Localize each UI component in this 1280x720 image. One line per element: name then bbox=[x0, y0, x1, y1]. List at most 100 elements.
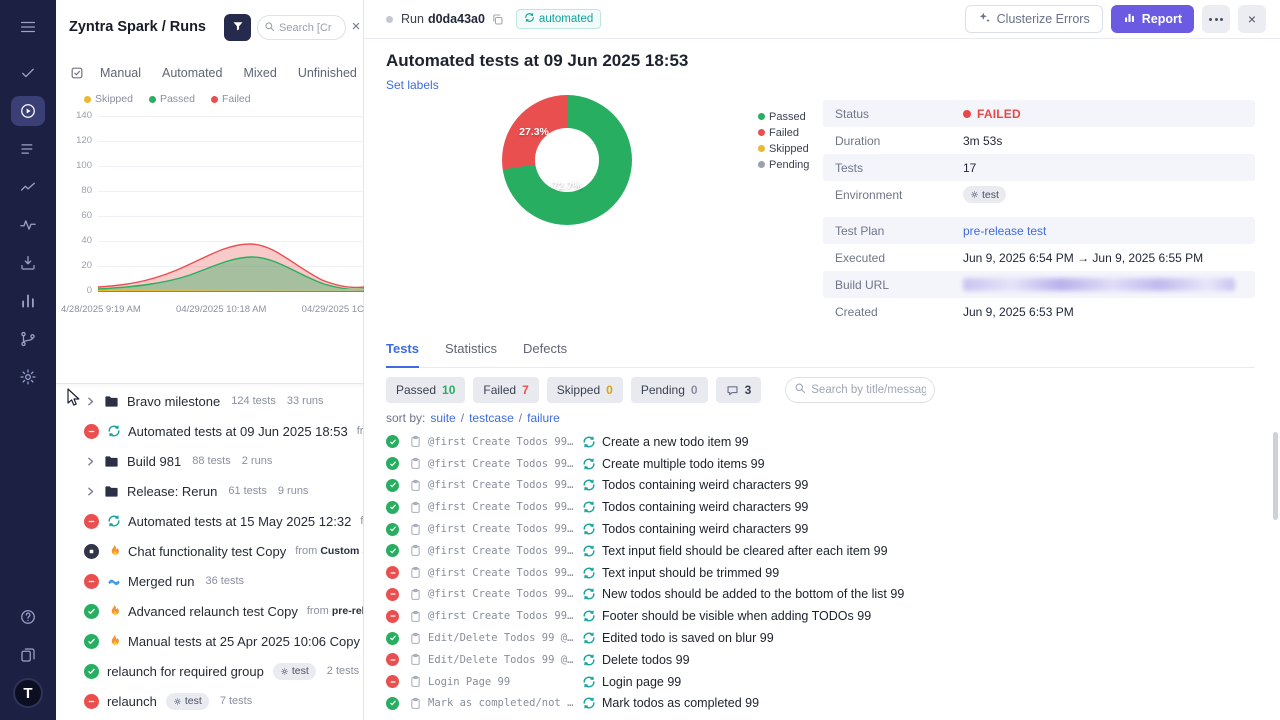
status-passed-icon bbox=[386, 457, 399, 470]
passed-dot bbox=[149, 96, 156, 103]
status-aborted-icon bbox=[84, 544, 99, 559]
info-row-test-plan: Test Planpre-release test bbox=[823, 217, 1255, 244]
clusterize-errors-button[interactable]: Clusterize Errors bbox=[965, 5, 1103, 33]
automated-icon bbox=[582, 500, 596, 514]
sort-failure-link[interactable]: failure bbox=[527, 411, 560, 425]
runs-tree-run[interactable]: Automated tests at 09 Jun 2025 18:53from… bbox=[56, 416, 363, 446]
copy-icon[interactable] bbox=[491, 13, 504, 26]
skipped-filter-chip[interactable]: Skipped0 bbox=[547, 377, 623, 403]
tests-icon[interactable] bbox=[11, 58, 45, 88]
tab-statistics[interactable]: Statistics bbox=[445, 341, 497, 367]
test-title: Create a new todo item 99 bbox=[602, 435, 749, 449]
status-passed-icon bbox=[84, 604, 99, 619]
automated-icon bbox=[582, 609, 596, 623]
runs-tree-folder[interactable]: Bravo milestone124 tests33 runs bbox=[56, 386, 363, 416]
run-meta: 7 tests bbox=[220, 695, 252, 707]
status-failed-icon bbox=[84, 574, 99, 589]
test-row[interactable]: @first Create Todos 99…Text input should… bbox=[386, 562, 1252, 584]
clipboard-icon bbox=[409, 501, 422, 514]
status-failed-icon bbox=[386, 588, 399, 601]
run-meta: 33 runs bbox=[287, 395, 324, 407]
close-run-button[interactable]: × bbox=[1238, 5, 1266, 33]
passed-filter-chip[interactable]: Passed10 bbox=[386, 377, 465, 403]
sort-suite-link[interactable]: suite bbox=[430, 411, 455, 425]
run-meta: 36 tests bbox=[205, 575, 244, 587]
integrations-icon[interactable] bbox=[11, 324, 45, 354]
suite-name: @first Create Todos 99… bbox=[428, 479, 574, 491]
environment-chip: test bbox=[166, 693, 209, 710]
runs-tree-run[interactable]: Chat functionality test Copyfrom Custom … bbox=[56, 536, 363, 566]
tab-defects[interactable]: Defects bbox=[523, 341, 567, 367]
flaky-icon[interactable] bbox=[11, 172, 45, 202]
folder-icon bbox=[104, 394, 119, 409]
suite-name: Edit/Delete Todos 99 @… bbox=[428, 654, 574, 666]
runs-tree-run[interactable]: relaunch for required grouptest2 tests bbox=[56, 656, 363, 686]
test-row[interactable]: Login Page 99Login page 99 bbox=[386, 671, 1252, 693]
help-icon[interactable] bbox=[11, 602, 45, 632]
automated-icon bbox=[582, 696, 596, 710]
pending-filter-chip[interactable]: Pending0 bbox=[631, 377, 708, 403]
settings-icon[interactable] bbox=[11, 362, 45, 392]
runs-tree-run[interactable]: Automated tests at 15 May 2025 12:32from… bbox=[56, 506, 363, 536]
activity-icon[interactable] bbox=[11, 210, 45, 240]
runs-tree-folder[interactable]: Build 98188 tests2 runs bbox=[56, 446, 363, 476]
suite-name: @first Create Todos 99… bbox=[428, 501, 574, 513]
runs-icon[interactable] bbox=[11, 96, 45, 126]
test-row[interactable]: @first Create Todos 99… Create a new todo… bbox=[386, 431, 1252, 453]
clipboard-icon bbox=[409, 653, 422, 666]
docs-icon[interactable] bbox=[11, 640, 45, 670]
test-row[interactable]: Edit/Delete Todos 99 @…Edited todo is sa… bbox=[386, 627, 1252, 649]
chevron-right-icon[interactable] bbox=[84, 485, 97, 498]
test-row[interactable]: @first Create Todos 99…Todos containing … bbox=[386, 496, 1252, 518]
tab-automated[interactable]: Automated bbox=[162, 66, 222, 80]
sort-testcase-link[interactable]: testcase bbox=[469, 411, 514, 425]
tests-scrollbar[interactable] bbox=[1273, 432, 1278, 520]
test-title: Text input should be trimmed 99 bbox=[602, 566, 779, 580]
info-row-tests: Tests17 bbox=[823, 154, 1255, 181]
breadcrumb-divider: / bbox=[162, 19, 166, 35]
set-labels-link[interactable]: Set labels bbox=[386, 78, 439, 92]
brand-logo[interactable]: T bbox=[13, 678, 43, 708]
report-button[interactable]: Report bbox=[1111, 5, 1194, 33]
sparkles-icon bbox=[978, 11, 991, 27]
runs-search-input[interactable] bbox=[279, 22, 339, 34]
menu-icon[interactable] bbox=[11, 12, 45, 42]
filters-button[interactable] bbox=[224, 14, 251, 41]
tab-unfinished[interactable]: Unfinished bbox=[298, 66, 357, 80]
automated-icon bbox=[582, 544, 596, 558]
filter-chips: Passed10 Failed7 Skipped0 Pending0 3 bbox=[386, 377, 761, 403]
test-row[interactable]: @first Create Todos 99…Todos containing … bbox=[386, 475, 1252, 497]
runs-search[interactable] bbox=[257, 15, 346, 40]
imports-icon[interactable] bbox=[11, 248, 45, 278]
more-options-button[interactable] bbox=[1202, 5, 1230, 33]
tab-manual[interactable]: Manual bbox=[100, 66, 141, 80]
failed-filter-chip[interactable]: Failed7 bbox=[473, 377, 538, 403]
suite-name: @first Create Todos 99… bbox=[428, 436, 574, 448]
tests-search-input[interactable] bbox=[811, 384, 926, 396]
select-all-icon[interactable] bbox=[70, 66, 84, 80]
test-row[interactable]: @first Create Todos 99…New todos should … bbox=[386, 584, 1252, 606]
test-row[interactable]: Edit/Delete Todos 99 @…Delete todos 99 bbox=[386, 649, 1252, 671]
chevron-right-icon[interactable] bbox=[84, 395, 97, 408]
chevron-right-icon[interactable] bbox=[84, 455, 97, 468]
runs-tree-run[interactable]: Advanced relaunch test Copyfrom pre-rele… bbox=[56, 596, 363, 626]
tab-mixed[interactable]: Mixed bbox=[243, 66, 276, 80]
test-row[interactable]: @first Create Todos 99…Create multiple t… bbox=[386, 453, 1252, 475]
folder-name: Build 981 bbox=[127, 454, 181, 469]
test-plan-link[interactable]: pre-release test bbox=[963, 224, 1046, 238]
automated-icon bbox=[582, 587, 596, 601]
automated-icon bbox=[582, 653, 596, 667]
comments-filter-chip[interactable]: 3 bbox=[716, 377, 762, 403]
tab-tests[interactable]: Tests bbox=[386, 341, 419, 368]
runs-tree-folder[interactable]: Release: Rerun61 tests9 runs bbox=[56, 476, 363, 506]
tests-search[interactable] bbox=[785, 377, 935, 403]
runs-tree-run[interactable]: relaunchtest7 tests bbox=[56, 686, 363, 716]
reports-icon[interactable] bbox=[11, 286, 45, 316]
test-row[interactable]: Mark as completed/not …Mark todos as com… bbox=[386, 693, 1252, 715]
test-row[interactable]: @first Create Todos 99…Text input field … bbox=[386, 540, 1252, 562]
test-row[interactable]: @first Create Todos 99…Footer should be … bbox=[386, 605, 1252, 627]
runs-tree-run[interactable]: Merged run36 tests bbox=[56, 566, 363, 596]
test-plans-icon[interactable] bbox=[11, 134, 45, 164]
test-row[interactable]: @first Create Todos 99…Todos containing … bbox=[386, 518, 1252, 540]
runs-tree-run[interactable]: Manual tests at 25 Apr 2025 10:06 Copyfr… bbox=[56, 626, 363, 656]
